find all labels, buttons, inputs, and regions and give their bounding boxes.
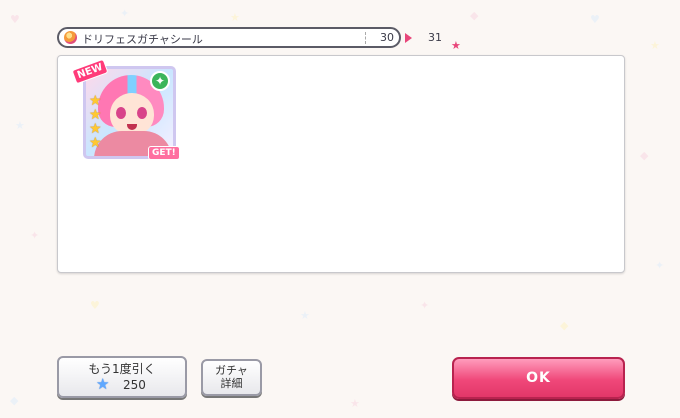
ok-label: OK [526,370,551,386]
get-badge: GET! [148,146,180,160]
rarity-star-icon: ★ [89,135,102,151]
pure-attribute-icon: ✦ [150,71,170,91]
rarity-star-icon: ★ [89,107,102,123]
ticket-icon [64,31,77,44]
gacha-ticket-counter: ドリフェスガチャシール 30 31 ★ [57,27,461,51]
gacha-details-button[interactable]: ガチャ 詳細 [201,359,262,396]
draw-again-cost: 250 [123,378,146,392]
gacha-details-label: ガチャ 詳細 [215,364,248,390]
ok-button[interactable]: OK [452,357,625,399]
draw-again-label: もう1度引く [88,362,156,376]
card-character-eye [116,107,126,119]
ticket-count-after: 31 [428,31,442,44]
rarity-star-icon: ★ [89,121,102,137]
draw-again-button[interactable]: もう1度引く ★ 250 [57,356,187,398]
rarity-star-icon: ★ [89,93,102,109]
arrow-right-icon [405,33,412,43]
card-character-eye [137,107,147,119]
star-icon: ★ [96,375,110,393]
ticket-count-before: 30 [380,31,394,44]
rarity-stars: ★ ★ ★ ★ [89,94,102,150]
divider [365,32,366,44]
ticket-name: ドリフェスガチャシール [82,33,203,46]
star-icon: ★ [451,39,461,52]
